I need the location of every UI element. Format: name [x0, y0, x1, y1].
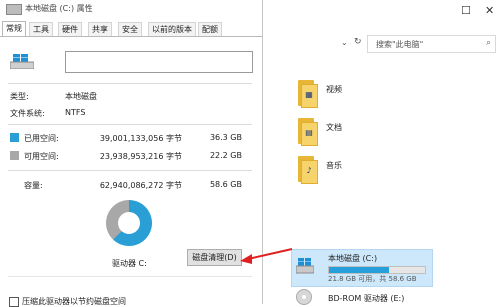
- used-space-swatch: [10, 133, 19, 142]
- capacity-label: 容量:: [24, 181, 43, 190]
- music-note-icon: ♪: [306, 166, 312, 175]
- tab-hardware[interactable]: 硬件: [58, 22, 82, 36]
- drive-c-space: 21.8 GB 可用，共 58.6 GB: [328, 275, 417, 283]
- used-space-size: 36.3 GB: [209, 133, 242, 142]
- folder-documents-icon[interactable]: ▤: [298, 118, 318, 146]
- capacity-size: 58.6 GB: [209, 180, 242, 189]
- type-label: 类型:: [10, 92, 29, 101]
- windows-drive-icon: [10, 54, 34, 69]
- free-space-swatch: [10, 151, 19, 160]
- free-space-bytes: 23,938,953,216 字节: [99, 152, 182, 161]
- chevron-down-icon[interactable]: ⌄: [341, 38, 348, 47]
- drive-name-input[interactable]: [65, 51, 253, 73]
- red-arrow: [240, 248, 293, 264]
- drive-e-name[interactable]: BD-ROM 驱动器 (E:): [328, 293, 404, 304]
- windows-drive-icon: [296, 258, 314, 274]
- folder-videos-label[interactable]: 视频: [326, 84, 342, 95]
- folder-videos-icon[interactable]: ▦: [298, 80, 318, 108]
- drive-icon: [6, 4, 22, 15]
- folder-documents-label[interactable]: 文档: [326, 122, 342, 133]
- search-placeholder: 搜索"此电脑": [376, 40, 424, 49]
- tab-tools[interactable]: 工具: [29, 22, 53, 36]
- document-icon: ▤: [305, 128, 313, 137]
- type-value: 本地磁盘: [65, 92, 97, 101]
- tab-previous-versions[interactable]: 以前的版本: [148, 22, 196, 36]
- folder-music-icon[interactable]: ♪: [298, 156, 318, 184]
- close-icon[interactable]: ✕: [485, 4, 494, 17]
- tab-general[interactable]: 常规: [2, 21, 26, 37]
- drive-c-name: 本地磁盘 (C:): [328, 254, 378, 263]
- used-space-label: 已用空间:: [24, 134, 59, 143]
- disc-icon: [296, 289, 312, 305]
- tab-bar: 常规 工具 硬件 共享 安全 以前的版本 配额: [0, 21, 262, 37]
- drive-c-usage-bar: [328, 266, 426, 274]
- maximize-icon[interactable]: ☐: [461, 4, 471, 17]
- tab-sharing[interactable]: 共享: [88, 22, 112, 36]
- filesystem-value: NTFS: [65, 108, 86, 117]
- film-icon: ▦: [305, 90, 313, 99]
- drive-label: 驱动器 C:: [112, 259, 147, 268]
- used-space-bytes: 39,001,133,056 字节: [99, 134, 182, 143]
- tab-quota[interactable]: 配额: [198, 22, 222, 36]
- dialog-title: 本地磁盘 (C:) 属性: [25, 4, 93, 13]
- compress-label: 压缩此驱动器以节约磁盘空间: [22, 297, 126, 306]
- search-icon: ⌕: [485, 38, 491, 48]
- free-space-label: 可用空间:: [24, 152, 59, 161]
- search-input[interactable]: 搜索"此电脑" ⌕: [367, 35, 496, 53]
- properties-dialog: 本地磁盘 (C:) 属性 常规 工具 硬件 共享 安全 以前的版本 配额 类型:…: [0, 0, 263, 307]
- tab-security[interactable]: 安全: [118, 22, 142, 36]
- free-space-size: 22.2 GB: [209, 151, 242, 160]
- compress-checkbox[interactable]: [9, 297, 19, 307]
- capacity-bytes: 62,940,086,272 字节: [99, 181, 182, 190]
- refresh-icon[interactable]: ↻: [354, 37, 362, 47]
- disk-cleanup-button[interactable]: 磁盘清理(D): [187, 249, 242, 266]
- folder-music-label[interactable]: 音乐: [326, 160, 342, 171]
- filesystem-label: 文件系统:: [10, 109, 45, 118]
